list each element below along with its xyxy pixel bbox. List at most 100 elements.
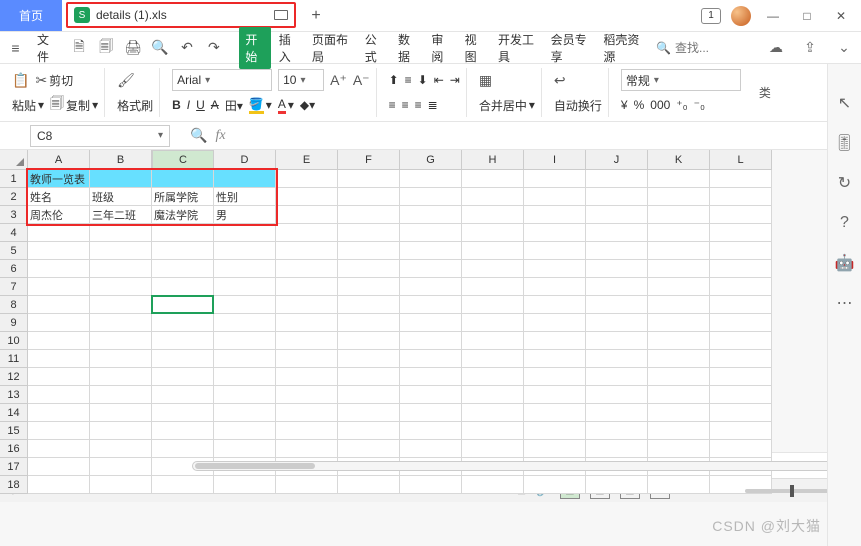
column-header-G[interactable]: G <box>400 150 462 170</box>
cell-C1[interactable] <box>152 170 214 188</box>
copy-button[interactable]: 🗐复制▾ <box>50 93 98 117</box>
column-header-D[interactable]: D <box>214 150 276 170</box>
cell-I10[interactable] <box>524 332 586 350</box>
hamburger-icon[interactable]: ≡ <box>6 37 25 59</box>
cell-F18[interactable] <box>338 476 400 494</box>
save-as-icon[interactable]: 🗐 <box>97 37 116 59</box>
cell-B18[interactable] <box>90 476 152 494</box>
align-middle-button[interactable]: ≡ <box>405 73 412 87</box>
cell-H12[interactable] <box>462 368 524 386</box>
cell-I6[interactable] <box>524 260 586 278</box>
cell-J13[interactable] <box>586 386 648 404</box>
preview-icon[interactable]: 🔍 <box>151 37 170 59</box>
column-header-A[interactable]: A <box>28 150 90 170</box>
cell-J4[interactable] <box>586 224 648 242</box>
cell-B2[interactable]: 班级 <box>90 188 152 206</box>
cell-D4[interactable] <box>214 224 276 242</box>
cell-D10[interactable] <box>214 332 276 350</box>
cell-I12[interactable] <box>524 368 586 386</box>
cell-G8[interactable] <box>400 296 462 314</box>
cell-H16[interactable] <box>462 440 524 458</box>
cell-E7[interactable] <box>276 278 338 296</box>
zoom-icon[interactable]: 🔍 <box>190 127 207 144</box>
cell-A10[interactable] <box>28 332 90 350</box>
tab-formula[interactable]: 公式 <box>359 27 390 69</box>
cell-F4[interactable] <box>338 224 400 242</box>
cell-E6[interactable] <box>276 260 338 278</box>
cell-H18[interactable] <box>462 476 524 494</box>
cell-E16[interactable] <box>276 440 338 458</box>
cell-H4[interactable] <box>462 224 524 242</box>
cell-C6[interactable] <box>152 260 214 278</box>
cell-F14[interactable] <box>338 404 400 422</box>
cell-I1[interactable] <box>524 170 586 188</box>
cell-K1[interactable] <box>648 170 710 188</box>
decrease-decimal-button[interactable]: ⁻₀ <box>694 98 705 112</box>
cell-A5[interactable] <box>28 242 90 260</box>
cell-H11[interactable] <box>462 350 524 368</box>
row-header-5[interactable]: 5 <box>0 242 28 260</box>
column-header-I[interactable]: I <box>524 150 586 170</box>
cell-C8[interactable] <box>152 296 214 314</box>
cell-F13[interactable] <box>338 386 400 404</box>
increase-font-button[interactable]: A⁺ <box>330 72 347 89</box>
cell-H5[interactable] <box>462 242 524 260</box>
cell-E14[interactable] <box>276 404 338 422</box>
cell-L12[interactable] <box>710 368 772 386</box>
tab-insert[interactable]: 插入 <box>273 27 304 69</box>
row-header-3[interactable]: 3 <box>0 206 28 224</box>
row-header-6[interactable]: 6 <box>0 260 28 278</box>
sidebar-arrow-icon[interactable]: ↖ <box>834 92 856 114</box>
row-header-10[interactable]: 10 <box>0 332 28 350</box>
merge-button[interactable]: 合并居中▾ <box>479 97 535 114</box>
tab-member[interactable]: 会员专享 <box>545 27 596 69</box>
cell-B7[interactable] <box>90 278 152 296</box>
format-painter-label[interactable]: 格式刷 <box>117 97 153 114</box>
justify-button[interactable]: ≣ <box>428 98 438 112</box>
cell-H9[interactable] <box>462 314 524 332</box>
cell-E11[interactable] <box>276 350 338 368</box>
tab-developer[interactable]: 开发工具 <box>492 27 543 69</box>
cell-D3[interactable]: 男 <box>214 206 276 224</box>
cell-F16[interactable] <box>338 440 400 458</box>
formula-bar-label[interactable]: fx <box>215 128 225 144</box>
cell-C16[interactable] <box>152 440 214 458</box>
cell-F1[interactable] <box>338 170 400 188</box>
minimize-button[interactable]: — <box>761 4 785 28</box>
percent-button[interactable]: % <box>634 98 645 112</box>
row-header-13[interactable]: 13 <box>0 386 28 404</box>
cell-L14[interactable] <box>710 404 772 422</box>
cell-G18[interactable] <box>400 476 462 494</box>
cell-B16[interactable] <box>90 440 152 458</box>
cell-L1[interactable] <box>710 170 772 188</box>
cell-B14[interactable] <box>90 404 152 422</box>
cell-L6[interactable] <box>710 260 772 278</box>
cell-A11[interactable] <box>28 350 90 368</box>
cell-G10[interactable] <box>400 332 462 350</box>
sidebar-sliders-icon[interactable]: 🎚 <box>834 132 856 154</box>
cell-K18[interactable] <box>648 476 710 494</box>
cell-L15[interactable] <box>710 422 772 440</box>
cell-E13[interactable] <box>276 386 338 404</box>
align-center-button[interactable]: ≡ <box>402 98 409 112</box>
cell-G11[interactable] <box>400 350 462 368</box>
tab-view[interactable]: 视图 <box>459 27 490 69</box>
cell-J7[interactable] <box>586 278 648 296</box>
sidebar-more-icon[interactable]: ⋯ <box>834 292 856 314</box>
cell-L13[interactable] <box>710 386 772 404</box>
column-header-K[interactable]: K <box>648 150 710 170</box>
name-box[interactable]: C8 ▾ <box>30 125 170 147</box>
cell-L7[interactable] <box>710 278 772 296</box>
font-size-select[interactable]: 10▾ <box>278 69 324 91</box>
row-header-18[interactable]: 18 <box>0 476 28 494</box>
cell-B12[interactable] <box>90 368 152 386</box>
cell-D12[interactable] <box>214 368 276 386</box>
cell-I4[interactable] <box>524 224 586 242</box>
row-header-2[interactable]: 2 <box>0 188 28 206</box>
cell-G14[interactable] <box>400 404 462 422</box>
cell-G7[interactable] <box>400 278 462 296</box>
redo-icon[interactable]: ↷ <box>204 37 223 59</box>
cell-G16[interactable] <box>400 440 462 458</box>
cell-K16[interactable] <box>648 440 710 458</box>
maximize-button[interactable]: □ <box>795 4 819 28</box>
